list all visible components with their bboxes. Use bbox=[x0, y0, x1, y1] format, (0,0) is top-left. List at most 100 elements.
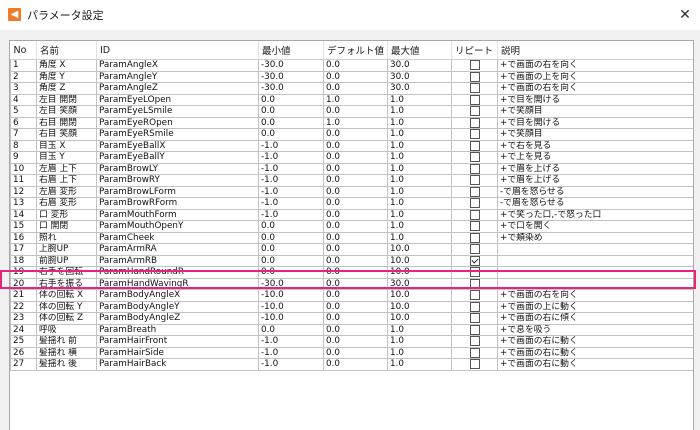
cell-default[interactable]: 0.0 bbox=[323, 71, 388, 83]
cell-id[interactable]: ParamAngleZ bbox=[96, 82, 259, 95]
cell-description[interactable]: +で頬染め bbox=[497, 232, 693, 244]
cell-id[interactable]: ParamAngleY bbox=[96, 71, 259, 83]
cell-description[interactable]: +で笑った口,-で怒った口 bbox=[497, 209, 693, 221]
repeat-checkbox[interactable] bbox=[469, 221, 480, 231]
cell-description[interactable]: +で眉を上げる bbox=[497, 163, 693, 175]
cell-id[interactable]: ParamBodyAngleX bbox=[96, 289, 259, 302]
cell-id[interactable]: ParamBrowRForm bbox=[96, 197, 259, 210]
cell-name[interactable]: 呼吸 bbox=[36, 324, 97, 336]
cell-min[interactable]: 0.0 bbox=[258, 117, 324, 129]
repeat-checkbox[interactable] bbox=[469, 267, 480, 277]
cell-default[interactable]: 0.0 bbox=[323, 232, 388, 244]
repeat-checkbox[interactable] bbox=[469, 140, 480, 151]
cell-no[interactable]: 24 bbox=[10, 324, 37, 336]
cell-id[interactable]: ParamHairSide bbox=[96, 347, 259, 359]
cell-no[interactable]: 26 bbox=[10, 347, 37, 359]
cell-default[interactable]: 0.0 bbox=[323, 151, 388, 164]
cell-description[interactable]: +で口を開く bbox=[497, 220, 693, 233]
repeat-checkbox[interactable] bbox=[469, 359, 480, 369]
cell-no[interactable]: 20 bbox=[10, 278, 37, 290]
cell-no[interactable]: 5 bbox=[10, 105, 37, 118]
cell-id[interactable]: ParamBrowRY bbox=[96, 174, 259, 187]
cell-no[interactable]: 25 bbox=[10, 335, 37, 348]
cell-description[interactable]: +で眉を上げる bbox=[497, 174, 693, 187]
cell-name[interactable]: 照れ bbox=[36, 232, 97, 244]
cell-description[interactable]: -で眉を怒らせる bbox=[497, 186, 693, 198]
table-row[interactable]: 3 角度 Z ParamAngleZ -30.0 0.0 30.0 +で画面の右を向く bbox=[10, 82, 693, 95]
column-header-no[interactable]: No bbox=[10, 41, 37, 60]
repeat-checkbox[interactable] bbox=[469, 71, 480, 82]
cell-id[interactable]: ParamAngleX bbox=[96, 59, 259, 72]
repeat-checkbox[interactable] bbox=[469, 290, 480, 300]
cell-no[interactable]: 21 bbox=[10, 289, 37, 302]
cell-no[interactable]: 4 bbox=[10, 94, 37, 106]
column-header-max[interactable]: 最大値 bbox=[387, 41, 452, 60]
cell-max[interactable]: 10.0 bbox=[387, 301, 452, 313]
cell-name[interactable]: 角度 Z bbox=[36, 82, 97, 95]
cell-max[interactable]: 1.0 bbox=[387, 197, 452, 210]
cell-id[interactable]: ParamEyeBallX bbox=[96, 140, 259, 152]
cell-max[interactable]: 10.0 bbox=[387, 289, 452, 302]
cell-min[interactable]: -10.0 bbox=[258, 301, 324, 313]
cell-default[interactable]: 0.0 bbox=[323, 312, 388, 325]
repeat-checkbox[interactable] bbox=[469, 244, 480, 254]
table-row[interactable]: 8 目玉 X ParamEyeBallX -1.0 0.0 1.0 +で右を見る bbox=[10, 140, 693, 152]
cell-no[interactable]: 12 bbox=[10, 186, 37, 198]
column-header-default[interactable]: デフォルト値 bbox=[323, 41, 388, 60]
cell-max[interactable]: 1.0 bbox=[387, 358, 452, 371]
repeat-checkbox[interactable] bbox=[469, 60, 480, 70]
table-row[interactable]: 13 右眉 変形 ParamBrowRForm -1.0 0.0 1.0 -で眉を怒らせる bbox=[10, 197, 693, 210]
cell-id[interactable]: ParamCheek bbox=[96, 232, 259, 244]
cell-min[interactable]: 0.0 bbox=[258, 94, 324, 106]
cell-id[interactable]: ParamHairBack bbox=[96, 358, 259, 371]
cell-id[interactable]: ParamBrowLY bbox=[96, 163, 259, 175]
close-button[interactable]: ✕ bbox=[670, 0, 700, 30]
cell-default[interactable]: 1.0 bbox=[323, 117, 388, 129]
cell-description[interactable]: +で目を開ける bbox=[497, 117, 693, 129]
cell-description[interactable]: +で画面の右に動く bbox=[497, 335, 693, 348]
cell-description[interactable]: +で画面の右に動く bbox=[497, 358, 693, 371]
table-row[interactable]: 21 体の回転 X ParamBodyAngleX -10.0 0.0 10.0 +で画面の… bbox=[10, 289, 693, 302]
cell-description[interactable]: +で息を吸う bbox=[497, 324, 693, 336]
cell-max[interactable]: 30.0 bbox=[387, 71, 452, 83]
cell-min[interactable]: 0.0 bbox=[258, 255, 324, 267]
table-row[interactable]: 24 呼吸 ParamBreath 0.0 0.0 1.0 +で息を吸う bbox=[10, 324, 693, 336]
cell-description[interactable] bbox=[497, 255, 693, 267]
cell-description[interactable]: +で画面の右に傾く bbox=[497, 312, 693, 325]
repeat-checkbox[interactable] bbox=[469, 347, 480, 358]
cell-name[interactable]: 口 開閉 bbox=[36, 220, 97, 233]
cell-description[interactable]: +で画面の右を向く bbox=[497, 82, 693, 95]
cell-no[interactable]: 17 bbox=[10, 243, 37, 256]
cell-min[interactable]: -10.0 bbox=[258, 289, 324, 302]
table-row[interactable]: 22 体の回転 Y ParamBodyAngleY -10.0 0.0 10.0 +で画面の… bbox=[10, 301, 693, 313]
cell-max[interactable]: 1.0 bbox=[387, 232, 452, 244]
cell-description[interactable]: +で笑顔目 bbox=[497, 105, 693, 118]
cell-default[interactable]: 0.0 bbox=[323, 289, 388, 302]
cell-name[interactable]: 上腕UP bbox=[36, 243, 97, 256]
table-row[interactable]: 23 体の回転 Z ParamBodyAngleZ -10.0 0.0 10.0 +で画面の… bbox=[10, 312, 693, 325]
cell-name[interactable]: 左目 開閉 bbox=[36, 94, 97, 106]
cell-name[interactable]: 左眉 変形 bbox=[36, 186, 97, 198]
cell-max[interactable]: 1.0 bbox=[387, 220, 452, 233]
cell-id[interactable]: ParamArmRB bbox=[96, 255, 259, 267]
cell-name[interactable]: 口 変形 bbox=[36, 209, 97, 221]
cell-default[interactable]: 0.0 bbox=[323, 266, 388, 279]
cell-no[interactable]: 7 bbox=[10, 128, 37, 141]
cell-id[interactable]: ParamBrowLForm bbox=[96, 186, 259, 198]
cell-default[interactable]: 0.0 bbox=[323, 209, 388, 221]
cell-default[interactable]: 0.0 bbox=[323, 105, 388, 118]
table-row[interactable]: 5 左目 笑顔 ParamEyeLSmile 0.0 0.0 1.0 +で笑顔目 bbox=[10, 105, 693, 118]
table-row[interactable]: 19 右手を回転 ParamHandRoundR 0.0 0.0 10.0 bbox=[10, 266, 693, 279]
cell-description[interactable]: +で目を開ける bbox=[497, 94, 693, 106]
cell-default[interactable]: 0.0 bbox=[323, 82, 388, 95]
cell-no[interactable]: 9 bbox=[10, 151, 37, 164]
column-header-description[interactable]: 説明 bbox=[497, 41, 693, 60]
cell-name[interactable]: 右目 開閉 bbox=[36, 117, 97, 129]
cell-max[interactable]: 30.0 bbox=[387, 278, 452, 290]
table-row[interactable]: 10 左眉 上下 ParamBrowLY -1.0 0.0 1.0 +で眉を上げる bbox=[10, 163, 693, 175]
cell-id[interactable]: ParamMouthForm bbox=[96, 209, 259, 221]
cell-max[interactable]: 1.0 bbox=[387, 94, 452, 106]
cell-min[interactable]: -1.0 bbox=[258, 347, 324, 359]
cell-max[interactable]: 1.0 bbox=[387, 324, 452, 336]
repeat-checkbox[interactable] bbox=[469, 117, 480, 128]
